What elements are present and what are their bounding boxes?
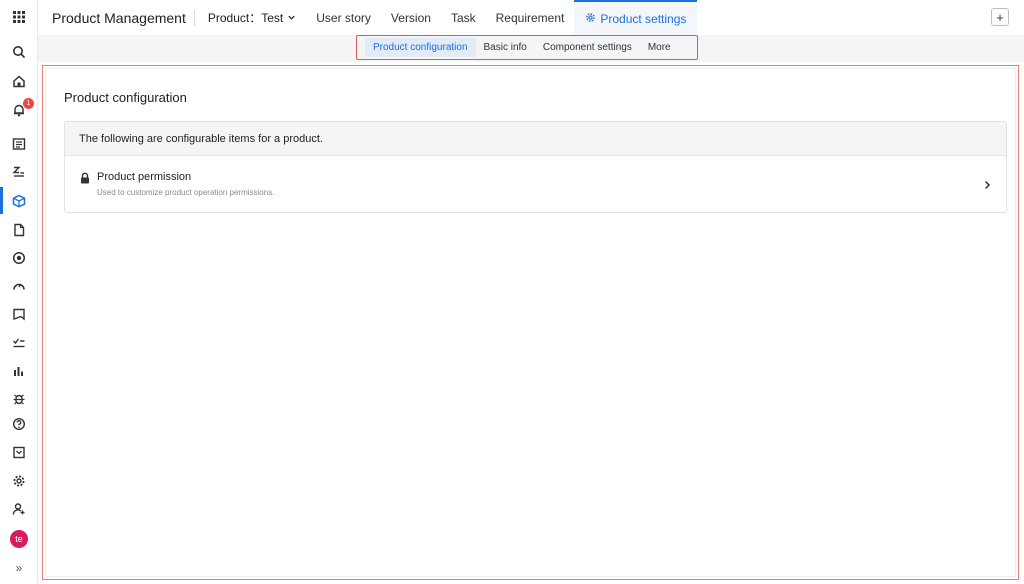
- dashboard-icon[interactable]: [7, 274, 31, 298]
- active-indicator: [0, 187, 3, 214]
- config-list-header: The following are configurable items for…: [65, 122, 1006, 156]
- expand-sidebar-icon[interactable]: »: [7, 556, 31, 580]
- settings-subnav: Product configuration Basic info Compone…: [356, 35, 698, 60]
- file-icon[interactable]: [7, 218, 31, 242]
- config-item-description: Used to customize product operation perm…: [97, 188, 275, 197]
- app-title: Product Management: [38, 9, 195, 26]
- send-icon[interactable]: [7, 302, 31, 326]
- tab-requirement[interactable]: Requirement: [486, 0, 575, 35]
- tab-product-settings[interactable]: Product settings: [574, 0, 698, 35]
- home-icon[interactable]: [7, 69, 31, 93]
- calendar-icon[interactable]: [7, 440, 31, 464]
- config-item-title: Product permission: [97, 171, 192, 183]
- bug-icon[interactable]: [7, 387, 31, 411]
- config-item-product-permission[interactable]: Product permission Used to customize pro…: [65, 156, 1006, 212]
- avatar[interactable]: te: [10, 530, 28, 548]
- subtab-product-configuration[interactable]: Product configuration: [365, 38, 476, 57]
- product-selector[interactable]: Product：Test: [208, 9, 296, 26]
- help-icon[interactable]: [7, 412, 31, 436]
- tab-version[interactable]: Version: [381, 0, 441, 35]
- sort-icon[interactable]: [7, 160, 31, 184]
- content-panel: Product configuration The following are …: [45, 68, 1016, 577]
- apps-grid-icon[interactable]: [7, 5, 31, 29]
- settings-icon[interactable]: [7, 469, 31, 493]
- plus-icon: +: [996, 9, 1004, 25]
- subtab-component-settings[interactable]: Component settings: [535, 38, 640, 57]
- add-button[interactable]: +: [991, 8, 1009, 26]
- tab-user-story[interactable]: User story: [306, 0, 381, 35]
- document-list-icon[interactable]: [7, 132, 31, 156]
- cube-icon[interactable]: [7, 189, 31, 213]
- product-selector-label: Product：Test: [207, 11, 284, 25]
- lock-icon: [79, 171, 91, 184]
- tab-task[interactable]: Task: [441, 0, 486, 35]
- notification-badge: 1: [23, 98, 34, 109]
- bar-chart-icon[interactable]: [7, 359, 31, 383]
- search-icon[interactable]: [7, 40, 31, 64]
- main-content: Product configuration The following are …: [42, 65, 1019, 580]
- left-sidebar: 1 te »: [0, 0, 38, 584]
- subtab-more[interactable]: More: [640, 38, 679, 57]
- tab-product-settings-label: Product settings: [600, 11, 687, 26]
- target-icon[interactable]: [7, 246, 31, 270]
- page-title: Product configuration: [64, 90, 187, 105]
- gear-icon: [585, 12, 596, 26]
- chevron-right-icon: [982, 177, 992, 190]
- user-add-icon[interactable]: [7, 497, 31, 521]
- checklist-icon[interactable]: [7, 331, 31, 355]
- config-list: The following are configurable items for…: [64, 121, 1007, 213]
- chevron-down-icon: [287, 11, 296, 25]
- subtab-basic-info[interactable]: Basic info: [476, 38, 535, 57]
- top-bar: Product Management Product：Test User sto…: [38, 0, 1024, 35]
